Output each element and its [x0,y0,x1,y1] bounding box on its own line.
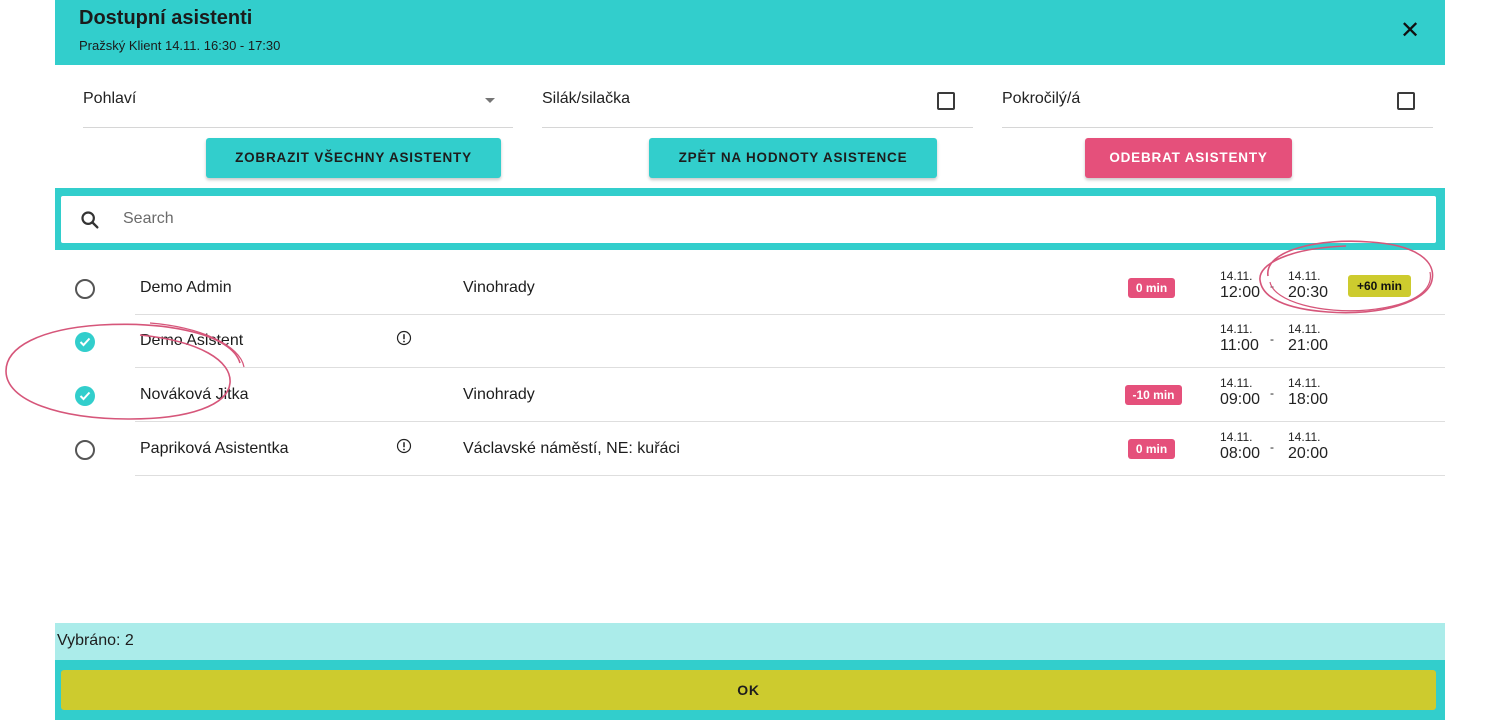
search-box [61,196,1436,243]
selected-count-bar: Vybráno: 2 [55,623,1445,660]
back-to-values-button[interactable]: ZPĚT NA HODNOTY ASISTENCE [649,138,937,178]
row-divider [135,421,1445,422]
to-date: 14.11. [1288,322,1321,336]
assistant-name: Papriková Asistentka [140,440,289,457]
to-time: 21:00 [1288,337,1329,354]
table-row[interactable]: Nováková Jitka Vinohrady -10 min 14.11. … [55,369,1445,422]
dialog-header: Dostupní asistenti Pražský Klient 14.11.… [55,0,1445,65]
time-separator: - [1270,440,1274,454]
from-time: 12:00 [1220,284,1261,301]
search-bar [55,188,1445,250]
table-row[interactable]: Papriková Asistentka Václavské náměstí, … [55,423,1445,476]
table-row[interactable]: Demo Asistent 14.11. 11:00 - 14.11. 21:0… [55,315,1445,368]
search-input[interactable] [123,204,1413,234]
time-diff-badge: -10 min [1125,385,1182,405]
to-date: 14.11. [1288,430,1321,444]
row-radio[interactable] [75,440,95,460]
from-date: 14.11. [1220,430,1253,444]
advanced-filter-label: Pokročilý/á [1002,90,1081,107]
from-time: 09:00 [1220,391,1261,408]
from-date: 14.11. [1220,322,1253,336]
gender-select-label: Pohlaví [83,90,137,107]
from-time: 11:00 [1220,337,1259,354]
dialog-title: Dostupní asistenti [79,7,253,29]
info-icon [396,438,412,454]
to-date: 14.11. [1288,269,1321,283]
extra-time-badge: +60 min [1348,275,1411,297]
table-row[interactable]: Demo Admin Vinohrady 0 min 14.11. 12:00 … [55,262,1445,315]
search-icon [81,211,99,229]
row-divider [135,367,1445,368]
advanced-checkbox[interactable] [1397,92,1415,110]
close-icon[interactable]: ✕ [1397,18,1423,44]
to-time: 20:00 [1288,445,1329,462]
check-icon [79,337,91,347]
from-date: 14.11. [1220,269,1253,283]
strong-filter: Silák/silačka [542,80,973,128]
to-time: 20:30 [1288,284,1329,301]
strong-checkbox[interactable] [937,92,955,110]
dropdown-arrow-icon [485,98,495,103]
assistant-name: Demo Asistent [140,332,244,349]
ok-bar: OK [55,660,1445,720]
row-radio-checked[interactable] [75,332,95,352]
advanced-filter: Pokročilý/á [1002,80,1433,128]
row-divider [135,475,1445,476]
selected-count: Vybráno: 2 [57,632,134,649]
assistant-name: Nováková Jitka [140,386,249,403]
time-diff-badge: 0 min [1128,278,1175,298]
dialog-subtitle: Pražský Klient 14.11. 16:30 - 17:30 [79,38,281,53]
to-date: 14.11. [1288,376,1321,390]
assistant-name: Demo Admin [140,279,232,296]
assistant-location: Václavské náměstí, NE: kuřáci [463,440,680,457]
time-separator: - [1270,279,1274,293]
info-icon [396,330,412,346]
time-separator: - [1270,332,1274,346]
available-assistants-dialog: Dostupní asistenti Pražský Klient 14.11.… [55,0,1445,720]
check-icon [79,391,91,401]
ok-button[interactable]: OK [61,670,1436,710]
row-radio-checked[interactable] [75,386,95,406]
show-all-assistants-button[interactable]: ZOBRAZIT VŠECHNY ASISTENTY [206,138,501,178]
strong-filter-label: Silák/silačka [542,90,631,107]
time-separator: - [1270,386,1274,400]
gender-select[interactable]: Pohlaví [83,80,513,128]
remove-assistants-button[interactable]: ODEBRAT ASISTENTY [1085,138,1292,178]
from-time: 08:00 [1220,445,1261,462]
row-radio[interactable] [75,279,95,299]
to-time: 18:00 [1288,391,1329,408]
from-date: 14.11. [1220,376,1253,390]
assistant-location: Vinohrady [463,279,535,296]
assistant-location: Vinohrady [463,386,535,403]
time-diff-badge: 0 min [1128,439,1175,459]
